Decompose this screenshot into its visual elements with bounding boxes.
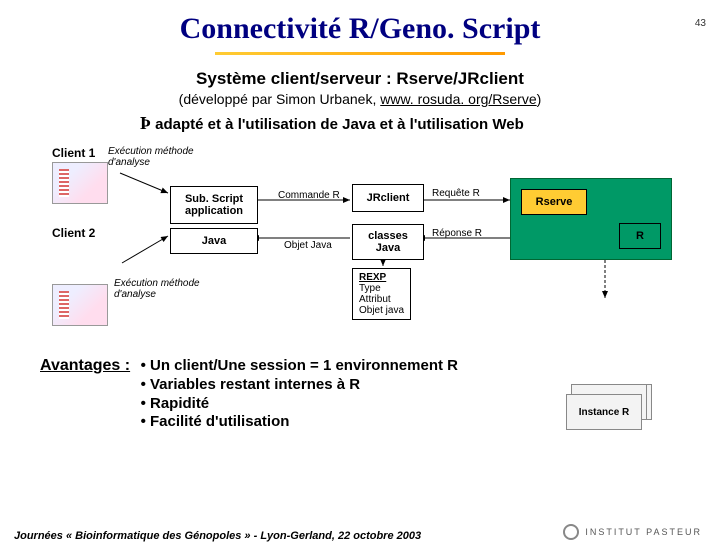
client1-thumbnail <box>52 162 108 204</box>
flow-requete-r: Requête R <box>432 188 480 199</box>
rexp-box: REXP Type Attribut Objet java <box>352 268 411 320</box>
developed-suffix: ) <box>537 91 542 107</box>
rexp-header: REXP <box>359 272 404 283</box>
classes-java-box: classes Java <box>352 224 424 260</box>
java-box: Java <box>170 228 258 254</box>
title-underline <box>215 52 505 55</box>
rexp-attribut: Attribut <box>359 294 404 305</box>
advantage-2: • Variables restant internes à R <box>141 376 458 395</box>
adapt-line: Þ adapté et à l'utilisation de Java et à… <box>140 113 720 134</box>
architecture-diagram: Client 1 Exécution méthode d'analyse Cli… <box>0 138 720 353</box>
rserve-box: Rserve <box>521 189 587 215</box>
flow-commande-r: Commande R <box>278 190 340 201</box>
subscript-app-box: Sub. Script application <box>170 186 258 224</box>
logo-icon <box>563 524 579 540</box>
rexp-type: Type <box>359 283 404 294</box>
footer-text: Journées « Bioinformatique des Génopoles… <box>14 530 421 542</box>
adapt-text: adapté et à l'utilisation de Java et à l… <box>151 116 524 133</box>
jrclient-box: JRclient <box>352 184 424 212</box>
r-box: R <box>619 223 661 249</box>
advantages-header: Avantages : <box>40 357 130 375</box>
flow-reponse-r: Réponse R <box>432 228 482 239</box>
slide-title: Connectivité R/Geno. Script <box>0 12 720 46</box>
rserve-group: Rserve R <box>510 178 672 260</box>
institut-pasteur-logo: INSTITUT PASTEUR <box>563 524 702 540</box>
advantages-list: • Un client/Une session = 1 environnemen… <box>141 357 458 432</box>
instance-r-stack: Instance R <box>566 384 650 428</box>
client2-label: Client 2 <box>52 226 95 240</box>
subtitle: Système client/serveur : Rserve/JRclient <box>0 69 720 89</box>
flow-objet-java: Objet Java <box>284 240 332 251</box>
advantage-4: • Facilité d'utilisation <box>141 413 458 432</box>
implies-icon: Þ <box>140 113 151 133</box>
developed-prefix: (développé par Simon Urbanek, <box>179 91 381 107</box>
client1-label: Client 1 <box>52 146 95 160</box>
client2-thumbnail <box>52 284 108 326</box>
logo-text: INSTITUT PASTEUR <box>585 527 702 537</box>
rexp-objet-java: Objet java <box>359 305 404 316</box>
advantage-1: • Un client/Une session = 1 environnemen… <box>141 357 458 376</box>
page-number: 43 <box>695 18 706 29</box>
developed-by: (développé par Simon Urbanek, www. rosud… <box>0 91 720 107</box>
instance-r-label: Instance R <box>566 394 642 430</box>
advantage-3: • Rapidité <box>141 395 458 414</box>
exec-label-1: Exécution méthode d'analyse <box>108 146 208 168</box>
rserve-link[interactable]: www. rosuda. org/Rserve <box>380 91 536 107</box>
exec-label-2: Exécution méthode d'analyse <box>114 278 214 300</box>
